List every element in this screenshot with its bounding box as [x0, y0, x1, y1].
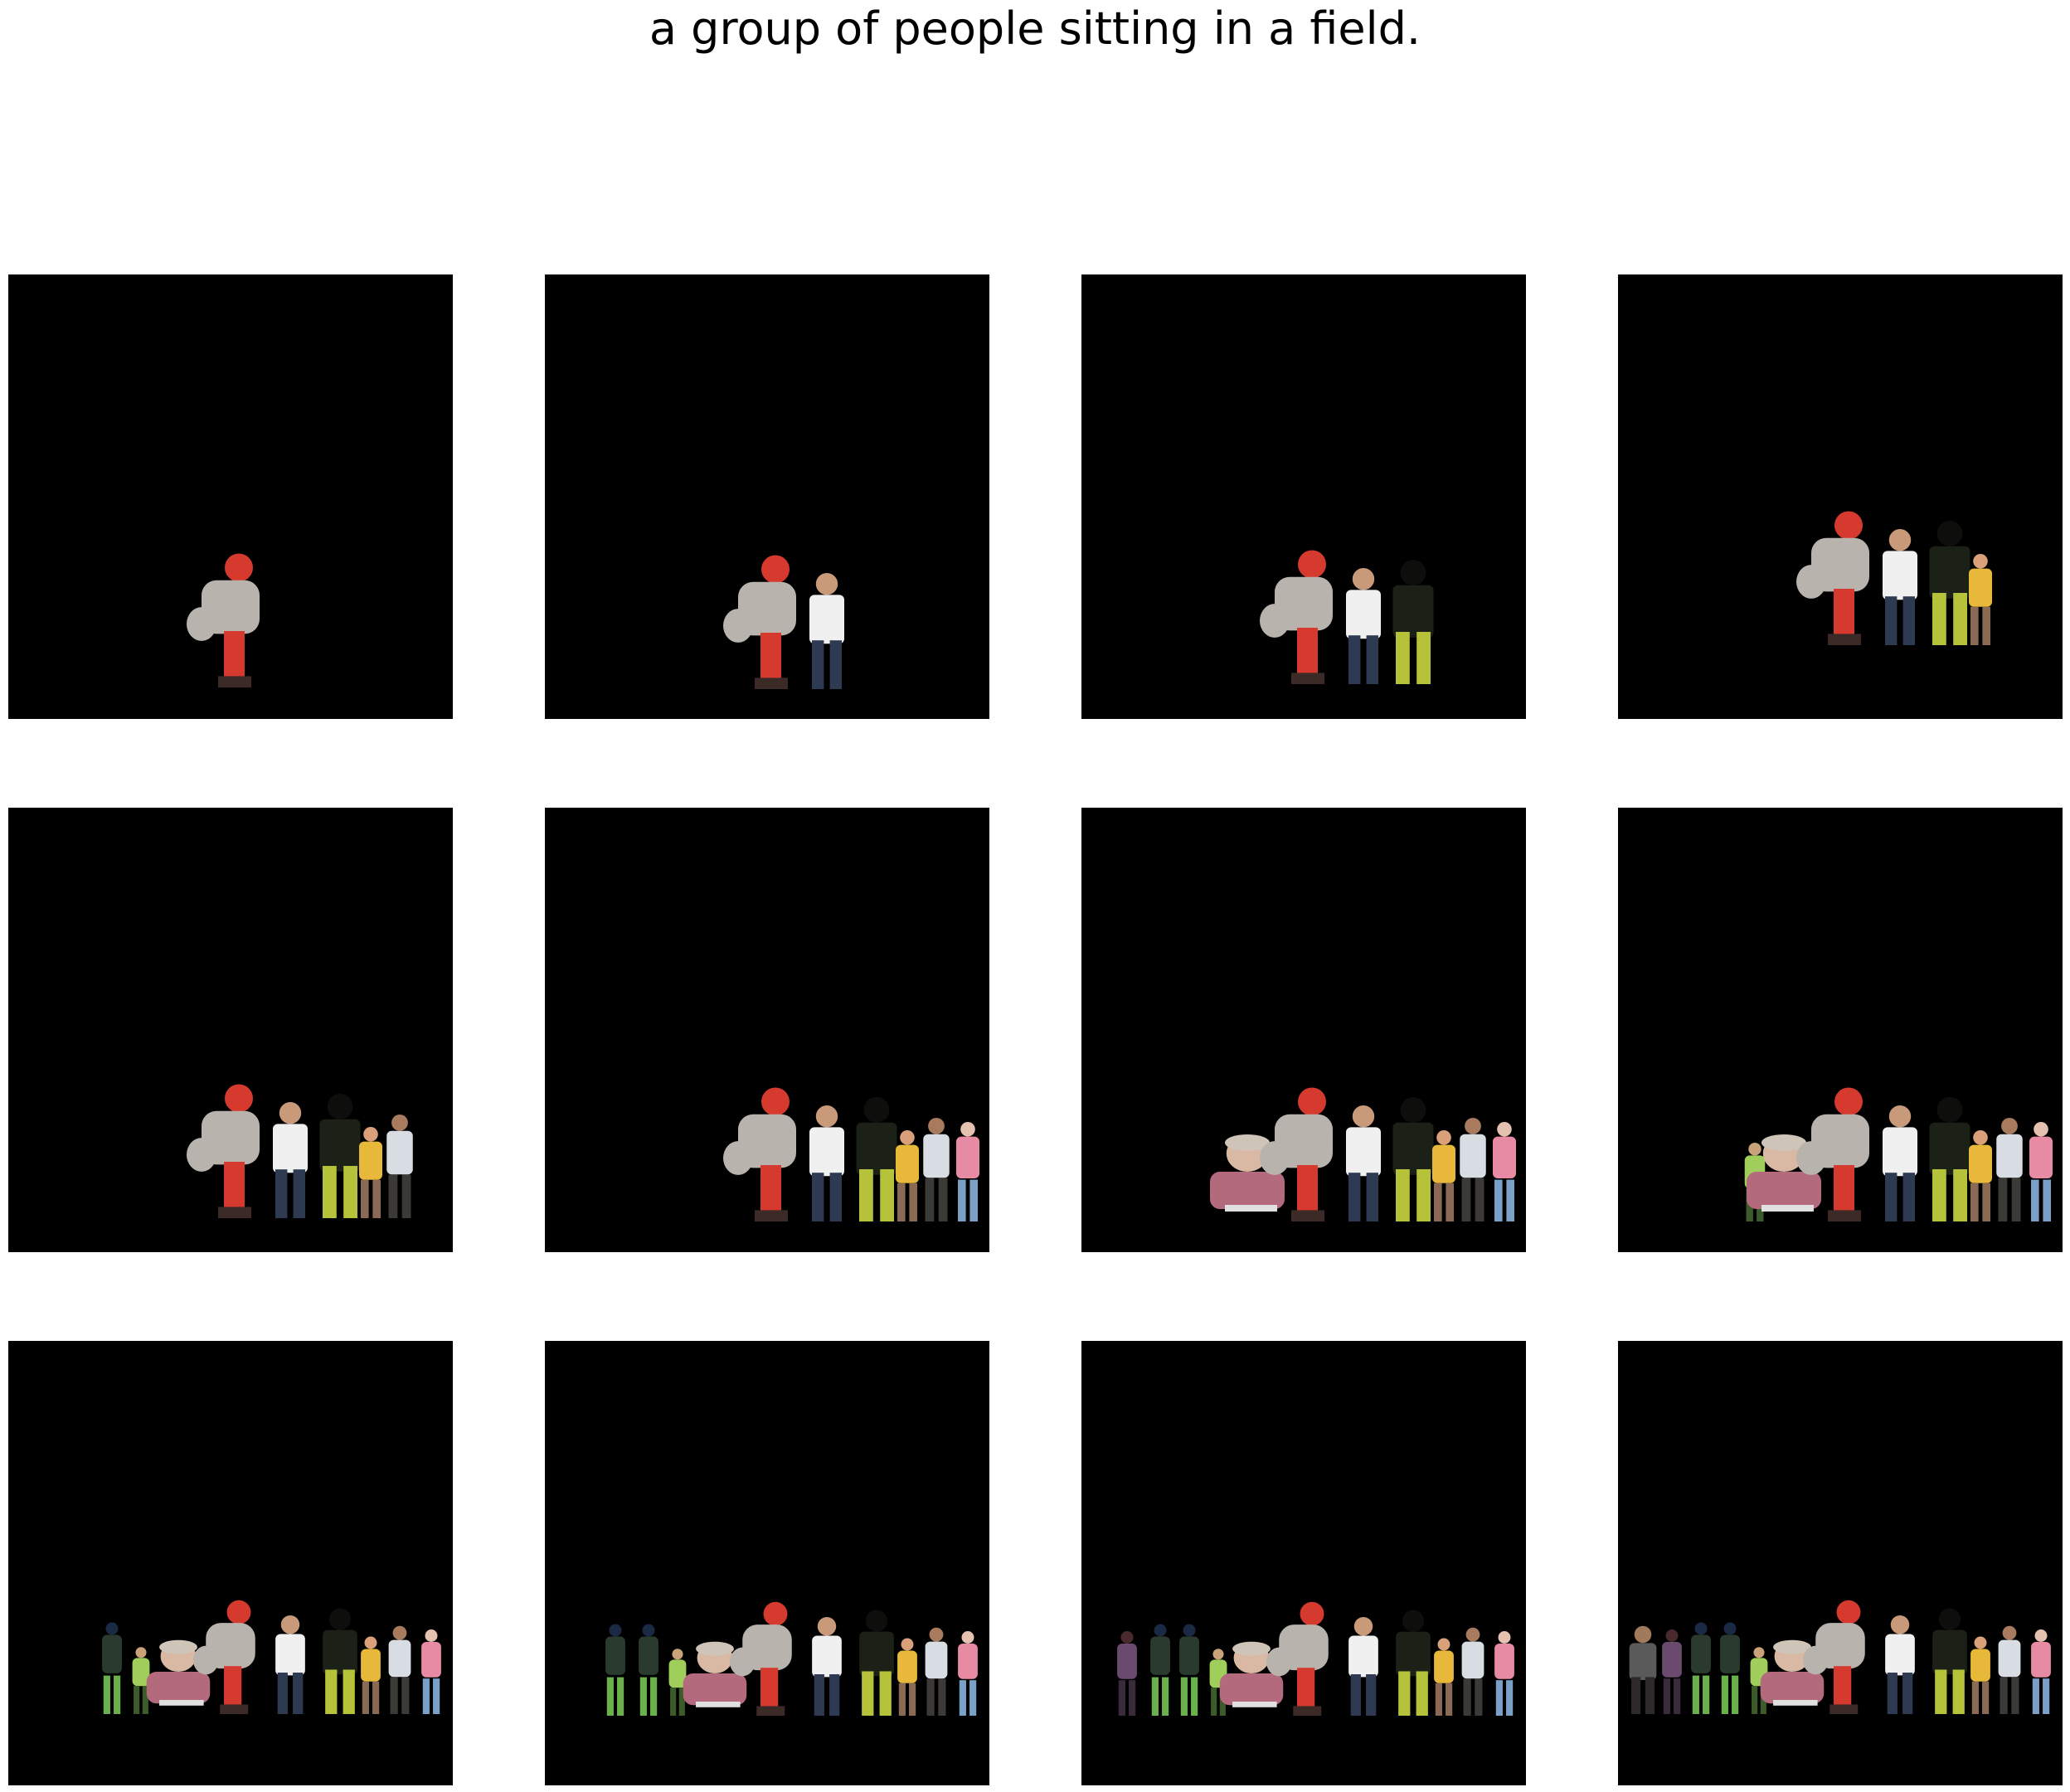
person-figure-catcher-red: [1260, 550, 1333, 684]
person-figure-person-dark-green: [319, 1094, 361, 1218]
person-figure-person-pink: [2031, 1629, 2051, 1714]
person-figure-boy-dark-shirt: [1720, 1622, 1740, 1714]
person-figure-person-white-shirt: [1883, 1105, 1917, 1221]
person-figure-person-white-shirt: [809, 1105, 844, 1221]
person-figure-person-pink: [1494, 1631, 1514, 1716]
panel-image: [1796, 511, 1992, 645]
person-figure-person-light-top: [923, 1118, 950, 1221]
person-figure-person-yellow: [897, 1638, 917, 1716]
person-figure-person-dark-green: [1929, 1097, 1970, 1221]
panel-9: [8, 1341, 453, 1785]
person-figure-person-yellow: [1432, 1130, 1455, 1221]
panel-3: [1081, 274, 1526, 719]
panel-image: [723, 555, 844, 689]
panel-image: [1629, 1600, 2051, 1714]
person-figure-boy-dark-shirt: [102, 1622, 122, 1714]
person-figure-person-yellow: [1969, 1130, 1992, 1221]
person-figure-person-dark-green: [859, 1610, 894, 1716]
panel-image: [1117, 1601, 1514, 1716]
person-figure-person-yellow: [361, 1636, 381, 1714]
person-figure-person-purple: [1662, 1629, 1682, 1714]
person-figure-person-dark-green: [856, 1097, 897, 1221]
panel-image: [102, 1600, 441, 1714]
person-figure-person-yellow: [1969, 554, 1992, 645]
person-figure-person-light-top: [1460, 1118, 1486, 1221]
person-figure-catcher-red: [187, 1084, 260, 1218]
person-figure-catcher-red: [723, 555, 796, 689]
person-figure-person-white-shirt: [275, 1615, 305, 1714]
person-figure-person-dark-green: [1392, 1097, 1434, 1221]
panel-image: [605, 1601, 978, 1716]
person-figure-boy-dark-shirt: [1150, 1624, 1170, 1716]
person-figure-person-dark-green: [323, 1608, 357, 1714]
person-figure-person-pink: [956, 1122, 979, 1221]
panel-11: [1081, 1341, 1526, 1785]
panel-7: [1081, 808, 1526, 1252]
panel-image: [187, 1084, 413, 1218]
panel-8: [1618, 808, 2063, 1252]
person-figure-person-pink: [1493, 1122, 1516, 1221]
panel-2: [545, 274, 989, 719]
person-figure-person-yellow: [896, 1130, 919, 1221]
person-figure-person-light-top: [388, 1625, 411, 1714]
person-figure-person-pink: [958, 1631, 978, 1716]
person-figure-person-white-shirt: [1346, 568, 1381, 684]
person-figure-person-pink: [2029, 1122, 2053, 1221]
panel-image: [1744, 1087, 2053, 1221]
person-figure-person-light-top: [1461, 1627, 1484, 1716]
panel-image: [187, 553, 260, 687]
person-figure-boy-dark-shirt: [1179, 1624, 1199, 1716]
person-figure-boy-dark-shirt: [605, 1624, 625, 1716]
person-figure-person-white-shirt: [1346, 1105, 1381, 1221]
person-figure-person-dark-green: [1929, 521, 1970, 645]
person-figure-boy-dark-shirt: [1691, 1622, 1711, 1714]
panel-6: [545, 808, 989, 1252]
person-figure-catcher-red: [187, 553, 260, 687]
panel-image: [723, 1087, 979, 1221]
person-figure-person-white-shirt: [809, 573, 844, 689]
person-figure-person-white-shirt: [1348, 1617, 1378, 1716]
person-figure-person-yellow: [359, 1127, 382, 1218]
person-figure-person-yellow: [1434, 1638, 1454, 1716]
person-figure-person-white-shirt: [1885, 1615, 1915, 1714]
person-figure-person-light-top: [925, 1627, 948, 1716]
person-figure-person-grey-arms-raised: [1629, 1625, 1657, 1714]
person-figure-person-white-shirt: [273, 1102, 308, 1218]
person-figure-person-light-top: [1996, 1118, 2023, 1221]
person-figure-person-dark-green: [1932, 1608, 1967, 1714]
panel-5: [8, 808, 453, 1252]
person-figure-person-dark-green: [1392, 560, 1434, 684]
person-figure-person-pink: [421, 1629, 441, 1714]
person-figure-person-light-top: [386, 1115, 413, 1218]
panel-12: [1618, 1341, 2063, 1785]
panel-1: [8, 274, 453, 719]
person-figure-catcher-red: [723, 1087, 796, 1221]
person-figure-boy-dark-shirt: [639, 1624, 658, 1716]
panel-image: [1210, 1087, 1516, 1221]
person-figure-catcher-red: [1796, 511, 1869, 645]
person-figure-person-white-shirt: [1883, 529, 1917, 645]
panel-10: [545, 1341, 989, 1785]
person-figure-person-light-top: [1998, 1625, 2021, 1714]
person-figure-person-yellow: [1970, 1636, 1990, 1714]
person-figure-person-white-shirt: [812, 1617, 842, 1716]
person-figure-person-dark-green: [1396, 1610, 1431, 1716]
person-figure-person-purple: [1117, 1631, 1137, 1716]
panel-image: [1260, 550, 1434, 684]
figure-title: a group of people sitting in a field.: [649, 2, 1421, 55]
panel-4: [1618, 274, 2063, 719]
